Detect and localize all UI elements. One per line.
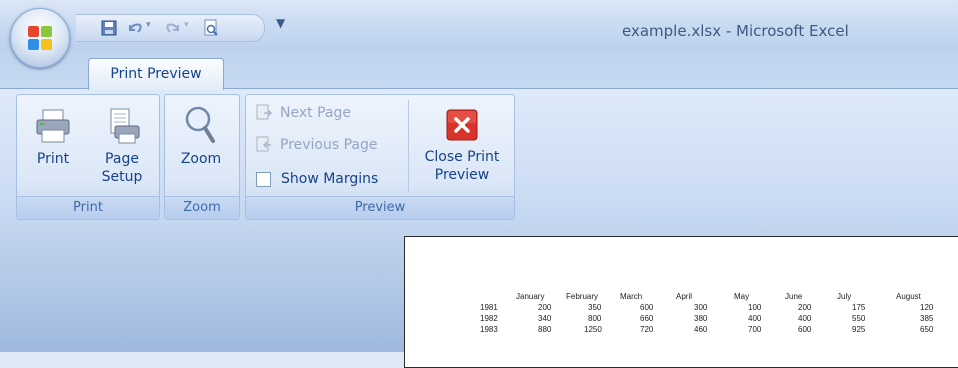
value-cell: 600	[798, 325, 812, 334]
value-cell: 925	[852, 325, 866, 334]
magnifier-icon	[185, 106, 215, 143]
printer-icon	[36, 109, 70, 143]
zoom-group-label: Zoom	[165, 196, 239, 219]
undo-dropdown-icon[interactable]: ▾	[146, 20, 151, 30]
previous-page-button[interactable]: Previous Page	[254, 134, 378, 156]
month-header: March	[620, 292, 643, 301]
month-header: August	[896, 292, 921, 301]
value-cell: 380	[694, 314, 708, 323]
previous-page-icon	[256, 136, 271, 152]
office-button[interactable]	[10, 8, 70, 68]
month-header: June	[785, 292, 803, 301]
value-cell: 340	[538, 314, 552, 323]
window-title: example.xlsx - Microsoft Excel	[622, 22, 849, 40]
next-page-label: Next Page	[280, 105, 351, 121]
sheet-row: 1982 340 800 660 380 400 400 550 385	[480, 314, 950, 324]
checkbox-icon[interactable]	[256, 171, 271, 187]
value-cell: 650	[920, 325, 934, 334]
quick-access-toolbar: ▾ ▾	[76, 14, 265, 42]
print-button-label: Print	[36, 151, 70, 167]
value-cell: 700	[748, 325, 762, 334]
month-header: January	[516, 292, 545, 301]
preview-group-separator	[408, 100, 409, 192]
month-header: February	[566, 292, 599, 301]
close-red-x-icon	[446, 109, 478, 141]
page-setup-label-line1: Page	[105, 151, 139, 167]
close-preview-label-line2: Preview	[434, 167, 490, 183]
zoom-button-label: Zoom	[180, 151, 222, 167]
tab-print-preview[interactable]: Print Preview	[88, 58, 224, 90]
next-page-button[interactable]: Next Page	[254, 102, 351, 124]
value-cell: 400	[748, 314, 762, 323]
value-cell: 350	[588, 303, 602, 312]
zoom-button[interactable]: Zoom	[170, 104, 232, 168]
value-cell: 175	[852, 303, 866, 312]
show-margins-label: Show Margins	[281, 171, 379, 187]
value-cell: 460	[694, 325, 708, 334]
year-cell: 1981	[480, 303, 498, 312]
redo-icon[interactable]	[164, 19, 182, 37]
value-cell: 200	[538, 303, 552, 312]
sheet-row: 1983 880 1250 720 460 700 600 925 650	[480, 325, 950, 335]
month-header: May	[734, 292, 750, 301]
value-cell: 100	[748, 303, 762, 312]
print-button[interactable]: Print	[24, 108, 82, 168]
preview-group-label: Preview	[246, 196, 514, 219]
next-page-icon	[256, 104, 273, 120]
close-print-preview-button[interactable]: Close Print Preview	[416, 108, 508, 184]
office-logo-icon	[28, 26, 52, 50]
value-cell: 400	[798, 314, 812, 323]
value-cell: 880	[538, 325, 552, 334]
print-preview-icon[interactable]	[202, 19, 220, 37]
undo-icon[interactable]	[126, 19, 144, 37]
show-margins-checkbox[interactable]: Show Margins	[256, 168, 378, 190]
previous-page-label: Previous Page	[280, 137, 378, 153]
save-icon[interactable]	[100, 19, 118, 37]
value-cell: 300	[694, 303, 708, 312]
value-cell: 550	[852, 314, 866, 323]
value-cell: 800	[588, 314, 602, 323]
sheet-header-row: January February March April May June Ju…	[480, 292, 950, 302]
redo-dropdown-icon[interactable]: ▾	[184, 20, 189, 30]
value-cell: 720	[640, 325, 654, 334]
print-group-label: Print	[17, 196, 159, 219]
page-setup-icon	[110, 108, 140, 144]
value-cell: 200	[798, 303, 812, 312]
value-cell: 385	[920, 314, 934, 323]
year-cell: 1983	[480, 325, 498, 334]
value-cell: 600	[640, 303, 654, 312]
sheet-row: 1981 200 350 600 300 100 200 175 120	[480, 303, 950, 313]
month-header: July	[837, 292, 852, 301]
preview-page	[404, 236, 958, 368]
year-cell: 1982	[480, 314, 498, 323]
page-setup-button[interactable]: Page Setup	[90, 108, 154, 186]
close-preview-label-line1: Close Print	[424, 149, 500, 165]
page-setup-label-line2: Setup	[101, 169, 143, 185]
value-cell: 660	[640, 314, 654, 323]
customize-quick-access-button[interactable]: ▼	[276, 16, 290, 36]
month-header: April	[676, 292, 693, 301]
value-cell: 1250	[584, 325, 602, 334]
value-cell: 120	[920, 303, 934, 312]
